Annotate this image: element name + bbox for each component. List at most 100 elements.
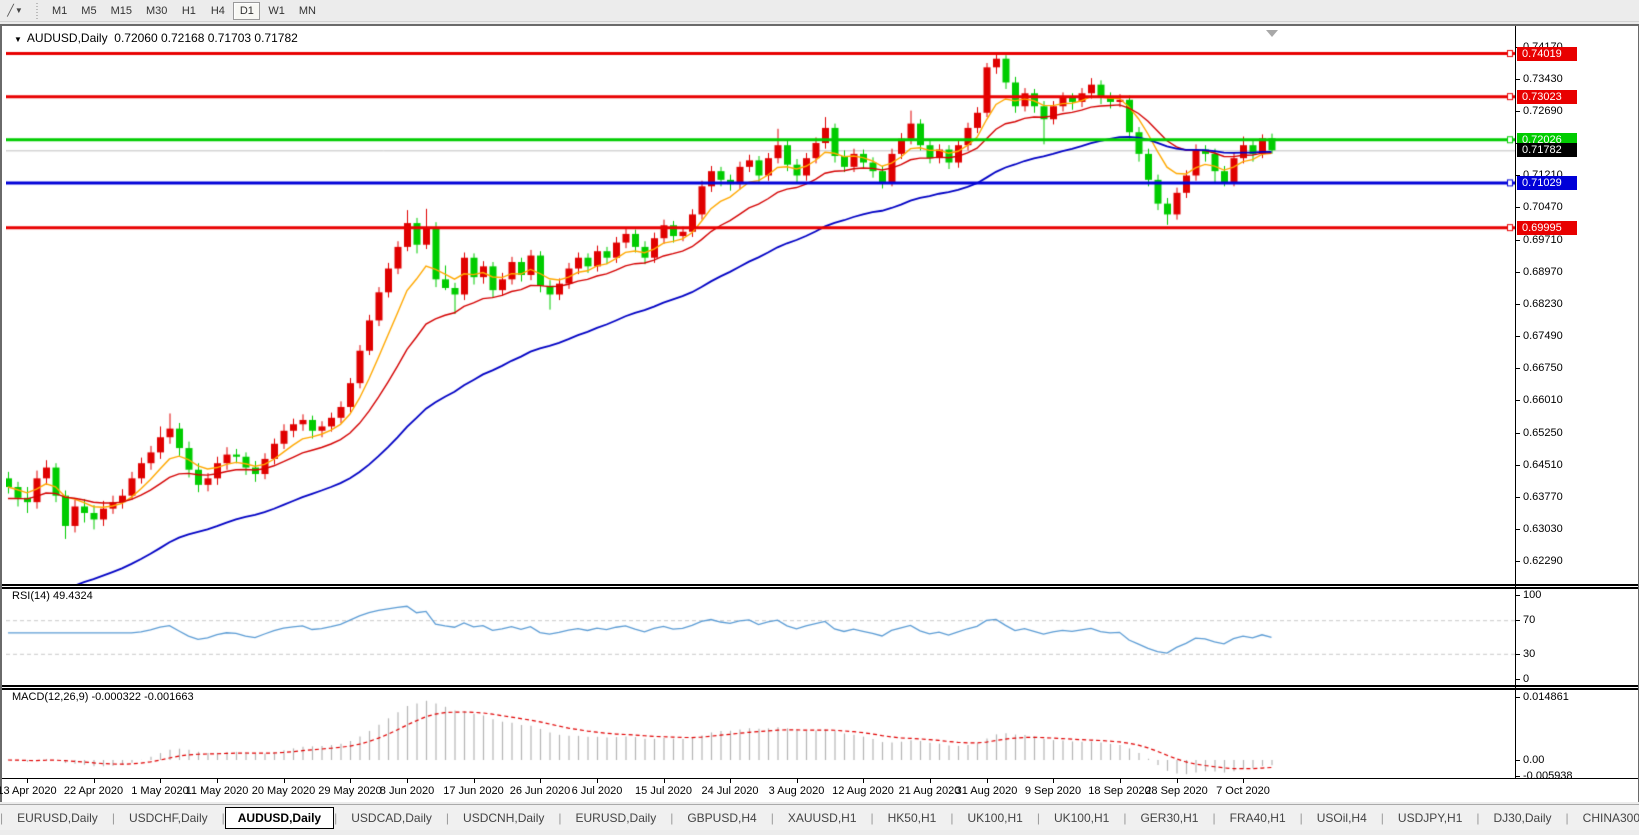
rsi-label: RSI(14) 49.4324 xyxy=(12,590,93,602)
symbol-tab-dj30-daily[interactable]: DJ30,Daily xyxy=(1480,808,1566,828)
date-label: 6 Jul 2020 xyxy=(572,785,623,797)
price-tick-dash xyxy=(1515,79,1520,80)
symbol-tab-usoil-h4[interactable]: USOil,H4 xyxy=(1303,808,1381,828)
symbol-tab-audusd-daily[interactable]: AUDUSD,Daily xyxy=(225,807,334,829)
timeframe-button-m30[interactable]: M30 xyxy=(140,2,173,20)
symbol-tab-usdchf-daily[interactable]: USDCHF,Daily xyxy=(115,808,222,828)
price-tick-label: 0.63770 xyxy=(1523,491,1563,503)
date-tick xyxy=(217,779,218,783)
date-tick xyxy=(1243,779,1244,783)
toolbar-grip[interactable] xyxy=(34,3,41,19)
price-tick-label: 0.66010 xyxy=(1523,394,1563,406)
price-tick-label: 0.70470 xyxy=(1523,201,1563,213)
current-price-badge: 0.71782 xyxy=(1517,143,1577,157)
macd-tick-dash xyxy=(1515,697,1520,698)
chart-menu-icon[interactable]: ▼ xyxy=(14,35,22,44)
timeframe-button-m15[interactable]: M15 xyxy=(105,2,138,20)
chart-symbol-label: AUDUSD,Daily xyxy=(27,31,108,45)
date-label: 28 Sep 2020 xyxy=(1145,785,1207,797)
timeframe-button-w1[interactable]: W1 xyxy=(262,2,291,20)
symbol-tab-eurusd-daily[interactable]: EURUSD,Daily xyxy=(3,808,112,828)
symbol-tab-ger30-h1[interactable]: GER30,H1 xyxy=(1126,808,1212,828)
date-label: 26 Jun 2020 xyxy=(510,785,571,797)
symbol-tab-usdjpy-h1[interactable]: USDJPY,H1 xyxy=(1384,808,1476,828)
level-price-badge: 0.73023 xyxy=(1517,90,1577,104)
timeframe-button-m5[interactable]: M5 xyxy=(75,2,102,20)
price-tick-label: 0.63030 xyxy=(1523,523,1563,535)
timeframe-button-h1[interactable]: H1 xyxy=(175,2,202,20)
symbol-tab-xauusd-h1[interactable]: XAUUSD,H1 xyxy=(774,808,871,828)
date-tick xyxy=(930,779,931,783)
timeframe-buttons: M1M5M15M30H1H4D1W1MN xyxy=(45,2,323,20)
timeframe-button-mn[interactable]: MN xyxy=(293,2,322,20)
date-label: 3 Aug 2020 xyxy=(769,785,825,797)
date-tick xyxy=(730,779,731,783)
price-axis-border xyxy=(1515,26,1516,778)
price-tick-label: 0.69710 xyxy=(1523,234,1563,246)
symbol-tab-usdcnh-daily[interactable]: USDCNH,Daily xyxy=(449,808,558,828)
rsi-tick-dash xyxy=(1515,595,1520,596)
date-tick xyxy=(94,779,95,783)
date-label: 11 May 2020 xyxy=(186,785,249,797)
symbol-tab-eurusd-daily[interactable]: EURUSD,Daily xyxy=(562,808,671,828)
date-label: 8 Jun 2020 xyxy=(380,785,434,797)
price-tick-dash xyxy=(1515,207,1520,208)
chevron-down-icon: ▼ xyxy=(15,6,23,15)
price-tick-dash xyxy=(1515,272,1520,273)
chart-window: ▼AUDUSD,Daily 0.72060 0.72168 0.71703 0.… xyxy=(0,24,1639,802)
price-tick-dash xyxy=(1515,497,1520,498)
price-tick-dash xyxy=(1515,561,1520,562)
line-studies-icon[interactable]: ╱▼ xyxy=(0,1,30,21)
symbol-tab-gbpusd-h4[interactable]: GBPUSD,H4 xyxy=(673,808,770,828)
macd-tick-label: 0.014861 xyxy=(1523,691,1569,703)
time-axis[interactable]: 13 Apr 202022 Apr 20201 May 202011 May 2… xyxy=(2,778,1638,802)
date-label: 24 Jul 2020 xyxy=(702,785,759,797)
chart-shift-marker[interactable] xyxy=(1266,30,1278,37)
date-label: 7 Oct 2020 xyxy=(1216,785,1270,797)
symbol-tabbar: | EURUSD,Daily | USDCHF,Daily | AUDUSD,D… xyxy=(0,804,1639,830)
trading-app: ╱▼ M1M5M15M30H1H4D1W1MN ▼ AUDUSD,Daily 0.… xyxy=(0,0,1639,835)
timeframe-toolbar: ╱▼ M1M5M15M30H1H4D1W1MN xyxy=(0,0,1639,22)
macd-tick-dash xyxy=(1515,776,1520,777)
main-chart-canvas[interactable] xyxy=(6,26,1515,584)
date-tick xyxy=(597,779,598,783)
rsi-tick-label: 30 xyxy=(1523,648,1535,660)
symbol-tab-fra40-h1[interactable]: FRA40,H1 xyxy=(1216,808,1300,828)
date-tick xyxy=(1120,779,1121,783)
price-tick-label: 0.68970 xyxy=(1523,266,1563,278)
price-tick-label: 0.66750 xyxy=(1523,362,1563,374)
macd-panel-canvas[interactable] xyxy=(6,690,1515,778)
date-tick xyxy=(407,779,408,783)
date-tick xyxy=(1053,779,1054,783)
rsi-tick-label: 0 xyxy=(1523,673,1529,685)
date-tick xyxy=(160,779,161,783)
timeframe-button-d1[interactable]: D1 xyxy=(233,2,260,20)
date-tick xyxy=(350,779,351,783)
timeframe-button-h4[interactable]: H4 xyxy=(204,2,231,20)
date-label: 1 May 2020 xyxy=(131,785,188,797)
macd-tick-label: 0.00 xyxy=(1523,754,1544,766)
timeframe-button-m1[interactable]: M1 xyxy=(46,2,73,20)
date-label: 22 Apr 2020 xyxy=(64,785,123,797)
price-tick-label: 0.65250 xyxy=(1523,427,1563,439)
symbol-tab-china300-h1[interactable]: CHINA300,H1 xyxy=(1569,808,1639,828)
symbol-tab-uk100-h1[interactable]: UK100,H1 xyxy=(1040,808,1123,828)
date-label: 20 May 2020 xyxy=(252,785,316,797)
price-tick-label: 0.62290 xyxy=(1523,555,1563,567)
date-label: 21 Aug 2020 xyxy=(899,785,961,797)
date-tick xyxy=(1177,779,1178,783)
price-tick-dash xyxy=(1515,529,1520,530)
date-label: 29 May 2020 xyxy=(318,785,382,797)
rsi-tick-dash xyxy=(1515,679,1520,680)
price-tick-dash xyxy=(1515,400,1520,401)
symbol-tab-uk100-h1[interactable]: UK100,H1 xyxy=(953,808,1036,828)
level-price-badge: 0.74019 xyxy=(1517,47,1577,61)
symbol-tab-usdcad-daily[interactable]: USDCAD,Daily xyxy=(337,808,446,828)
level-price-badge: 0.69995 xyxy=(1517,221,1577,235)
price-tick-dash xyxy=(1515,368,1520,369)
price-tick-dash xyxy=(1515,111,1520,112)
date-label: 12 Aug 2020 xyxy=(832,785,894,797)
date-label: 15 Jul 2020 xyxy=(635,785,692,797)
rsi-panel-canvas[interactable] xyxy=(6,589,1515,685)
symbol-tab-hk50-h1[interactable]: HK50,H1 xyxy=(874,808,951,828)
